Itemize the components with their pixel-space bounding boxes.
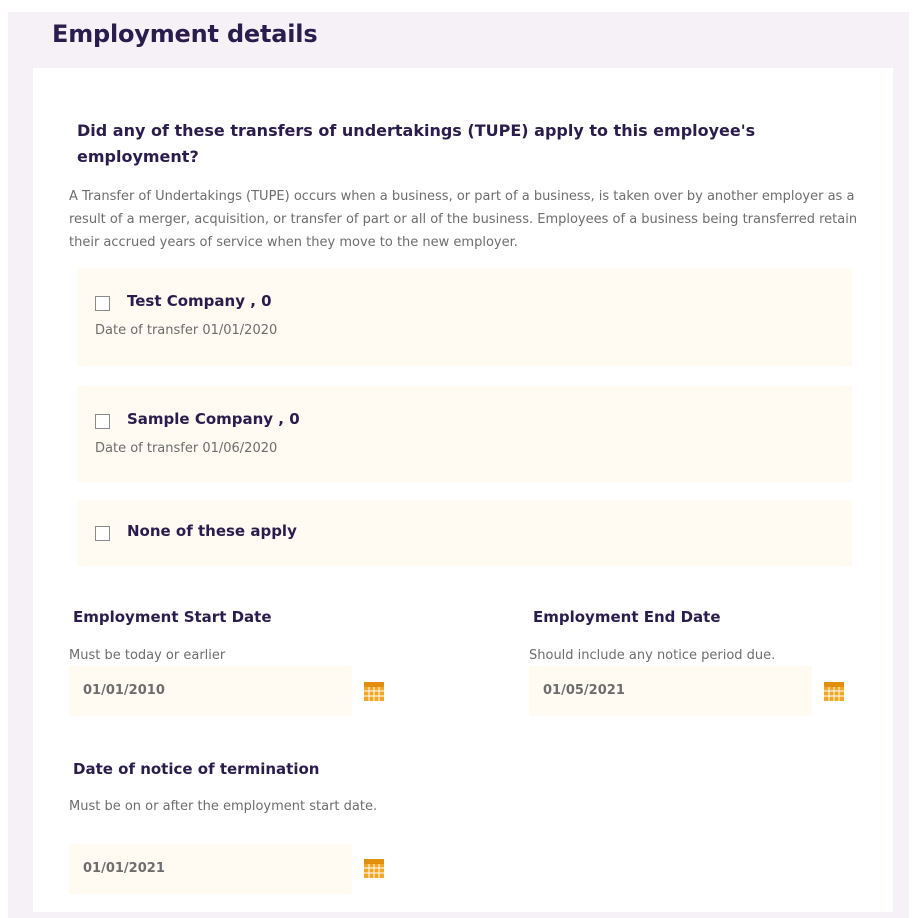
calendar-icon[interactable] xyxy=(363,857,385,879)
notice-date-input[interactable]: 01/01/2021 xyxy=(69,844,352,894)
page-background: Employment details Did any of these tran… xyxy=(8,12,909,918)
page-title: Employment details xyxy=(52,20,318,48)
tupe-option-none[interactable]: None of these apply xyxy=(77,500,852,566)
form-card: Did any of these transfers of undertakin… xyxy=(33,68,893,912)
start-date-hint: Must be today or earlier xyxy=(69,648,226,663)
end-date-title: Employment End Date xyxy=(533,608,721,626)
option-transfer-date: Date of transfer 01/01/2020 xyxy=(95,323,278,338)
start-date-input[interactable]: 01/01/2010 xyxy=(69,666,352,716)
start-date-title: Employment Start Date xyxy=(73,608,272,626)
tupe-option-test-company[interactable]: Test Company , 0 Date of transfer 01/01/… xyxy=(77,268,852,366)
option-transfer-date: Date of transfer 01/06/2020 xyxy=(95,441,278,456)
calendar-icon[interactable] xyxy=(363,680,385,702)
option-label: Sample Company , 0 xyxy=(127,410,300,428)
end-date-hint: Should include any notice period due. xyxy=(529,648,776,663)
notice-date-title: Date of notice of termination xyxy=(73,760,320,778)
notice-date-hint: Must be on or after the employment start… xyxy=(69,799,378,814)
calendar-icon[interactable] xyxy=(823,680,845,702)
checkbox[interactable] xyxy=(95,414,110,429)
tupe-question: Did any of these transfers of undertakin… xyxy=(77,121,756,166)
option-label: None of these apply xyxy=(127,522,297,540)
checkbox[interactable] xyxy=(95,526,110,541)
option-label: Test Company , 0 xyxy=(127,292,272,310)
end-date-input[interactable]: 01/05/2021 xyxy=(529,666,812,716)
tupe-option-sample-company[interactable]: Sample Company , 0 Date of transfer 01/0… xyxy=(77,386,852,482)
tupe-help-text: A Transfer of Undertakings (TUPE) occurs… xyxy=(69,189,858,250)
checkbox[interactable] xyxy=(95,296,110,311)
